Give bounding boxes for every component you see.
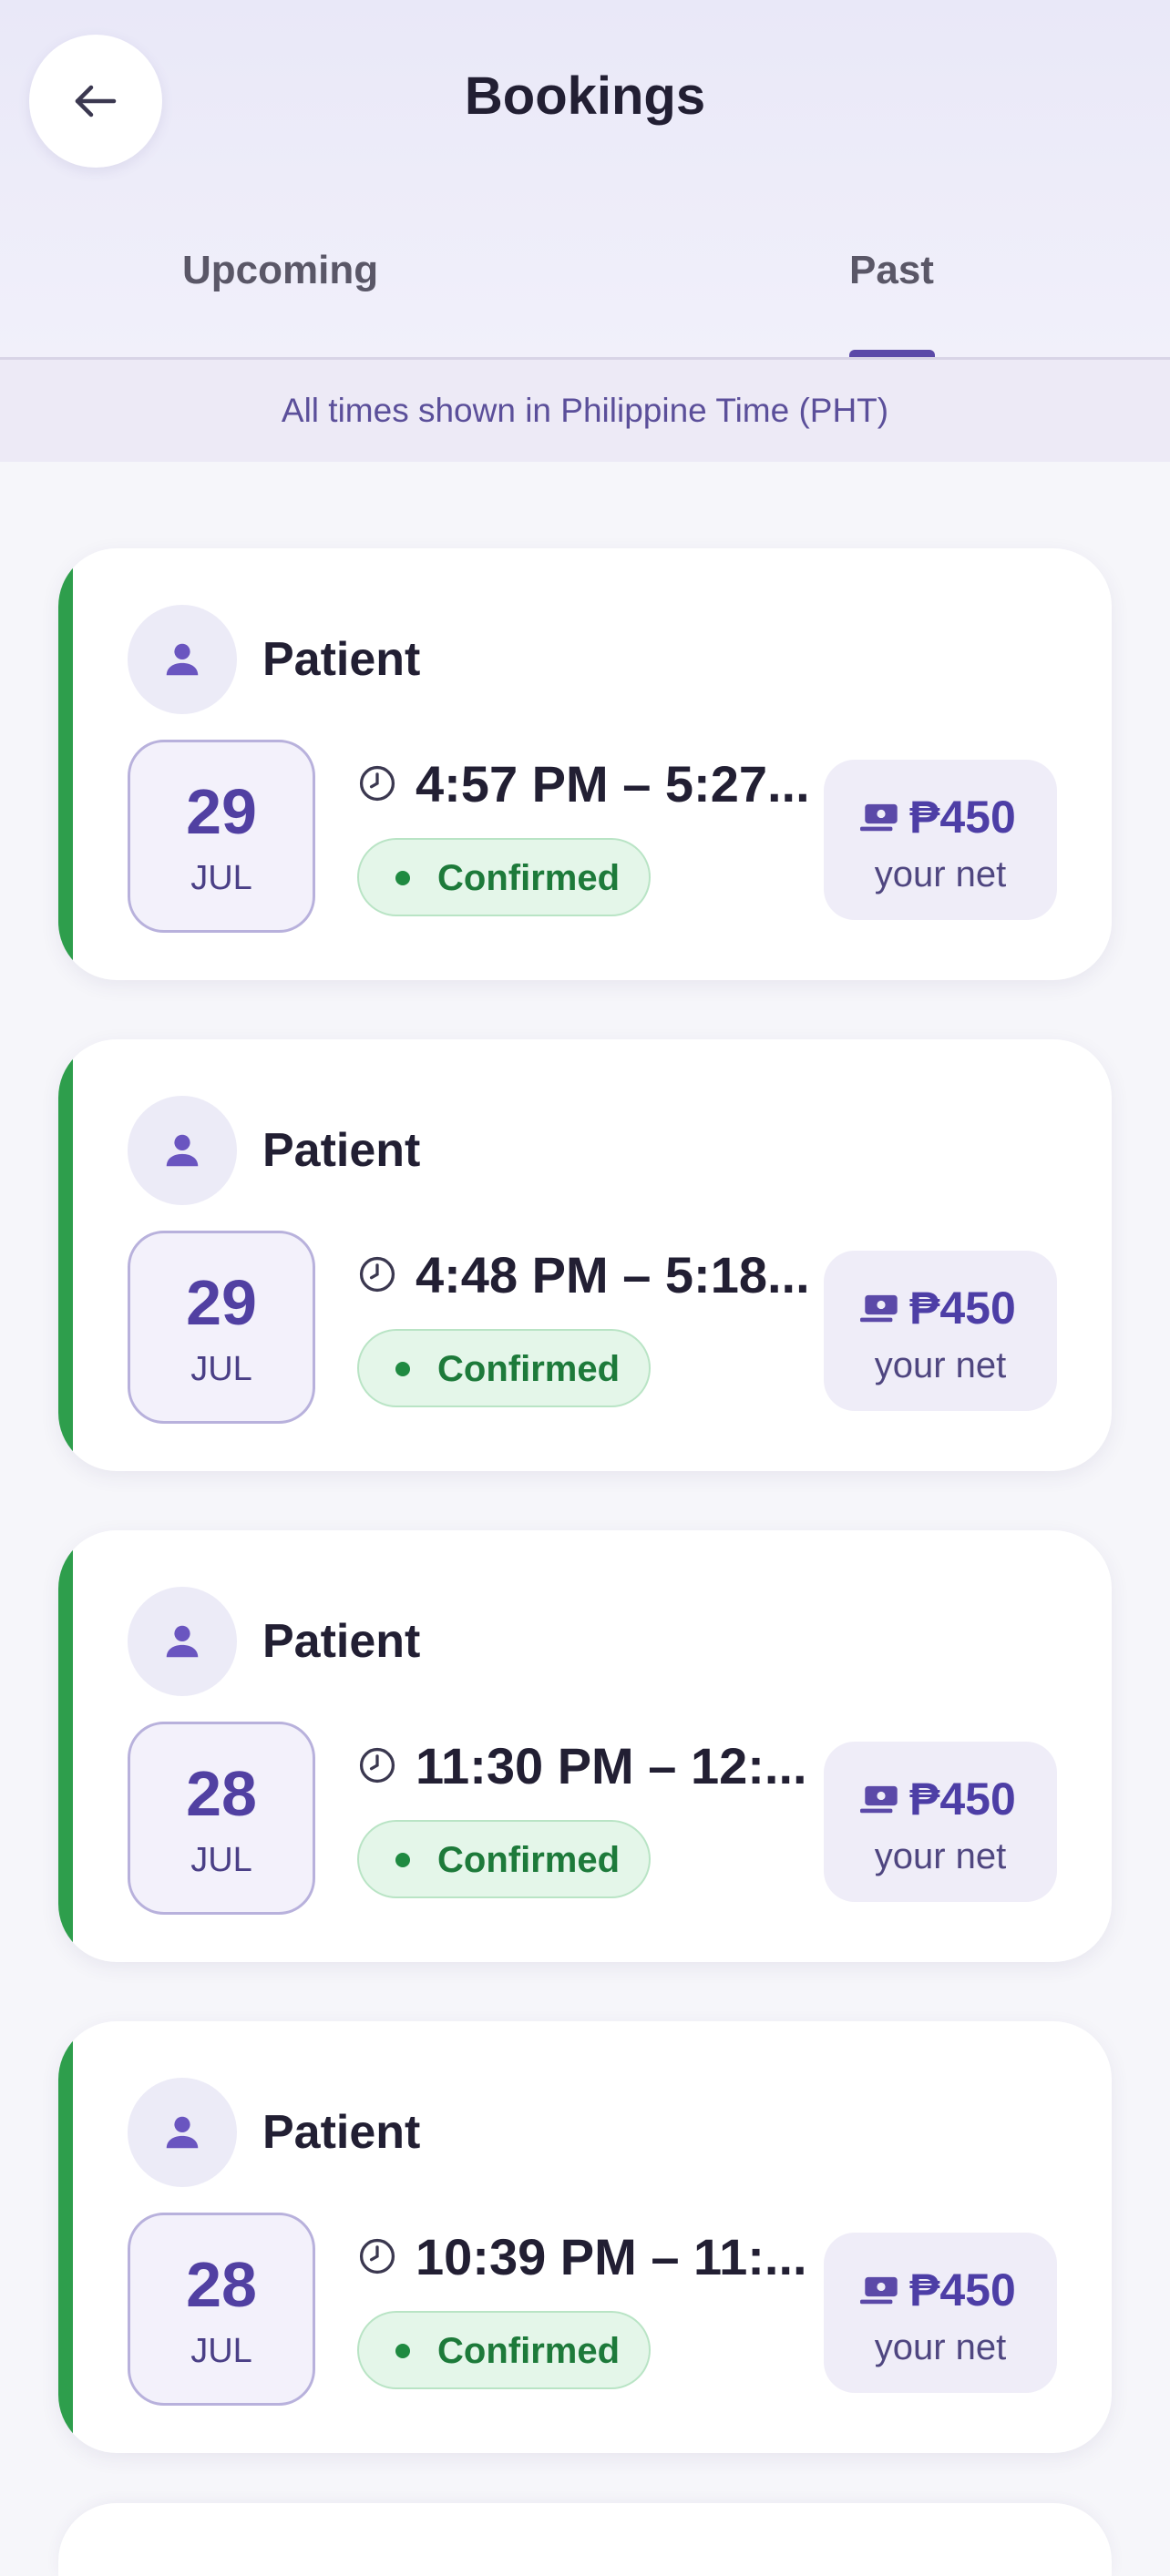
date-box: 29 JUL bbox=[128, 1231, 315, 1424]
date-month: JUL bbox=[190, 1350, 252, 1388]
avatar bbox=[128, 2078, 237, 2187]
price-amount: ₱450 bbox=[909, 2264, 1016, 2315]
date-day: 28 bbox=[186, 1758, 257, 1829]
status-dot bbox=[395, 1362, 410, 1376]
booking-card-peek[interactable] bbox=[58, 2503, 1112, 2576]
status-accent-bar bbox=[58, 1530, 73, 1962]
page-title: Bookings bbox=[464, 66, 706, 126]
status-dot bbox=[395, 2344, 410, 2358]
booking-card[interactable]: Patient 28 JUL 11:30 PM – 12:... Confirm… bbox=[58, 1530, 1112, 1962]
price-amount: ₱450 bbox=[909, 1283, 1016, 1334]
status-dot bbox=[395, 1853, 410, 1867]
status-accent-bar bbox=[58, 548, 73, 980]
money-icon bbox=[860, 1294, 898, 1323]
tab-past[interactable]: Past bbox=[849, 248, 934, 293]
status-badge: Confirmed bbox=[357, 1329, 651, 1407]
date-box: 28 JUL bbox=[128, 2213, 315, 2406]
date-day: 29 bbox=[186, 776, 257, 847]
price-amount: ₱450 bbox=[909, 1774, 1016, 1825]
booking-card[interactable]: Patient 29 JUL 4:57 PM – 5:27... Confirm… bbox=[58, 548, 1112, 980]
date-day: 29 bbox=[186, 1267, 257, 1338]
patient-name: Patient bbox=[262, 633, 421, 686]
person-icon bbox=[166, 643, 199, 676]
status-accent-bar bbox=[58, 2021, 73, 2453]
status-text: Confirmed bbox=[437, 858, 620, 898]
time-range: 10:39 PM – 11:... bbox=[416, 2228, 807, 2285]
clock-icon bbox=[359, 2238, 395, 2274]
timezone-notice: All times shown in Philippine Time (PHT) bbox=[0, 360, 1170, 462]
status-badge: Confirmed bbox=[357, 2311, 651, 2389]
price-amount: ₱450 bbox=[909, 792, 1016, 843]
patient-name: Patient bbox=[262, 2106, 421, 2159]
time-range: 4:57 PM – 5:27... bbox=[416, 755, 810, 813]
person-icon bbox=[166, 1625, 199, 1658]
booking-card[interactable]: Patient 28 JUL 10:39 PM – 11:... Confirm… bbox=[58, 2021, 1112, 2453]
patient-name: Patient bbox=[262, 1615, 421, 1668]
clock-icon bbox=[359, 1747, 395, 1784]
person-icon bbox=[166, 2116, 199, 2149]
price-note: your net bbox=[874, 1345, 1007, 1385]
status-badge: Confirmed bbox=[357, 1820, 651, 1898]
date-day: 28 bbox=[186, 2249, 257, 2320]
status-accent-bar bbox=[58, 1039, 73, 1471]
money-icon bbox=[860, 1785, 898, 1814]
status-badge: Confirmed bbox=[357, 838, 651, 916]
date-month: JUL bbox=[190, 2332, 252, 2370]
avatar bbox=[128, 605, 237, 714]
money-icon bbox=[860, 803, 898, 832]
app-header: Bookings Upcoming Past bbox=[0, 0, 1170, 359]
date-month: JUL bbox=[190, 859, 252, 897]
time-range: 4:48 PM – 5:18... bbox=[416, 1246, 810, 1303]
person-icon bbox=[166, 1134, 199, 1167]
date-box: 28 JUL bbox=[128, 1722, 315, 1915]
price-note: your net bbox=[874, 1836, 1007, 1876]
avatar bbox=[128, 1096, 237, 1205]
time-range: 11:30 PM – 12:... bbox=[416, 1737, 807, 1794]
price-box: ₱450 your net bbox=[824, 2233, 1057, 2393]
clock-icon bbox=[359, 1256, 395, 1293]
price-box: ₱450 your net bbox=[824, 1742, 1057, 1902]
status-text: Confirmed bbox=[437, 2331, 620, 2371]
price-box: ₱450 your net bbox=[824, 1251, 1057, 1411]
price-note: your net bbox=[874, 2327, 1007, 2367]
price-note: your net bbox=[874, 854, 1007, 894]
date-month: JUL bbox=[190, 1841, 252, 1879]
clock-icon bbox=[359, 765, 395, 802]
status-text: Confirmed bbox=[437, 1840, 620, 1880]
avatar bbox=[128, 1587, 237, 1696]
status-dot bbox=[395, 871, 410, 885]
price-box: ₱450 your net bbox=[824, 760, 1057, 920]
status-text: Confirmed bbox=[437, 1349, 620, 1389]
money-icon bbox=[860, 2276, 898, 2305]
booking-card[interactable]: Patient 29 JUL 4:48 PM – 5:18... Confirm… bbox=[58, 1039, 1112, 1471]
patient-name: Patient bbox=[262, 1124, 421, 1177]
date-box: 29 JUL bbox=[128, 740, 315, 933]
tab-upcoming[interactable]: Upcoming bbox=[182, 248, 378, 293]
